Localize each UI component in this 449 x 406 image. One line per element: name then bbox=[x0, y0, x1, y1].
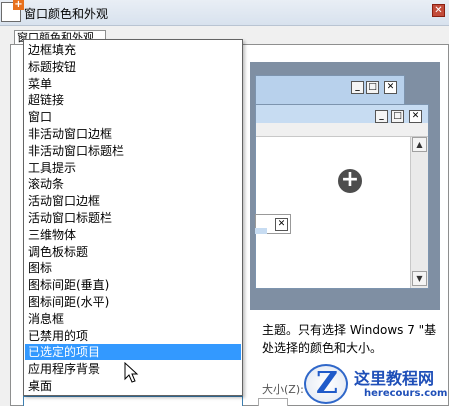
dropdown-option[interactable]: 已禁用的项 bbox=[25, 328, 241, 344]
window-color-icon: + bbox=[1, 0, 24, 22]
dropdown-option[interactable]: 非活动窗口标题栏 bbox=[25, 143, 241, 159]
item-select[interactable] bbox=[23, 396, 243, 406]
watermark: Z 这里教程网 herecours.com bbox=[300, 360, 449, 406]
dropdown-option[interactable]: 工具提示 bbox=[25, 160, 241, 176]
scroll-down-icon: ▼ bbox=[412, 271, 427, 286]
dropdown-option[interactable]: 标题按钮 bbox=[25, 59, 241, 75]
maximize-icon: □ bbox=[391, 110, 404, 123]
scroll-up-icon: ▲ bbox=[412, 137, 427, 152]
dropdown-option[interactable]: 菜单 bbox=[25, 76, 241, 92]
item-dropdown-list[interactable]: 边框填充 标题按钮 菜单 超链接 窗口 非活动窗口边框 非活动窗口标题栏 工具提示 滚动条 活动窗… bbox=[23, 39, 243, 396]
size-label: 大小(Z): bbox=[262, 383, 304, 396]
dropdown-option[interactable]: 滚动条 bbox=[25, 176, 241, 192]
watermark-url: herecours.com bbox=[364, 388, 448, 399]
minimize-icon: _ bbox=[351, 81, 364, 94]
dropdown-option[interactable]: 图标 bbox=[25, 260, 241, 276]
dropdown-option[interactable]: 消息框 bbox=[25, 311, 241, 327]
description-text: 主题。只有选择 Windows 7 "基 处选择的颜色和大小。 bbox=[262, 323, 437, 355]
minimize-icon: _ bbox=[375, 110, 388, 123]
plus-icon: + bbox=[13, 0, 24, 10]
maximize-icon: □ bbox=[366, 81, 379, 94]
dropdown-option[interactable]: 图标间距(垂直) bbox=[25, 277, 241, 293]
close-icon: ✕ bbox=[275, 218, 288, 231]
dropdown-option[interactable]: 活动窗口标题栏 bbox=[25, 210, 241, 226]
watermark-logo-icon: Z bbox=[304, 364, 348, 404]
mouse-pointer-icon bbox=[124, 362, 139, 383]
dropdown-option[interactable]: 边框填充 bbox=[25, 42, 241, 58]
preview-menu-bar bbox=[256, 123, 428, 137]
preview-active-window: ▲ ▼ bbox=[255, 104, 429, 289]
title-bar: + 窗口颜色和外观 ✕ bbox=[0, 0, 449, 26]
dropdown-option[interactable]: 超链接 bbox=[25, 92, 241, 108]
preview-message-selection bbox=[255, 228, 267, 234]
close-button[interactable]: ✕ bbox=[432, 4, 445, 17]
dropdown-option[interactable]: 活动窗口边框 bbox=[25, 193, 241, 209]
dropdown-option[interactable]: 三维物体 bbox=[25, 227, 241, 243]
close-icon: ✕ bbox=[409, 110, 422, 123]
move-cursor-icon: + bbox=[336, 167, 364, 195]
dropdown-option[interactable]: 非活动窗口边框 bbox=[25, 126, 241, 142]
size-field[interactable] bbox=[258, 398, 288, 406]
watermark-title: 这里教程网 bbox=[354, 369, 435, 388]
preview-window-body bbox=[256, 137, 410, 288]
window-title: 窗口颜色和外观 bbox=[24, 7, 109, 21]
preview-scrollbar: ▲ ▼ bbox=[410, 137, 428, 288]
dropdown-option[interactable]: 调色板标题 bbox=[25, 244, 241, 260]
dropdown-option[interactable]: 已选定的项目 bbox=[25, 344, 241, 361]
dropdown-option[interactable]: 窗口 bbox=[25, 109, 241, 125]
dropdown-option[interactable]: 图标间距(水平) bbox=[25, 294, 241, 310]
close-icon: ✕ bbox=[384, 81, 397, 94]
